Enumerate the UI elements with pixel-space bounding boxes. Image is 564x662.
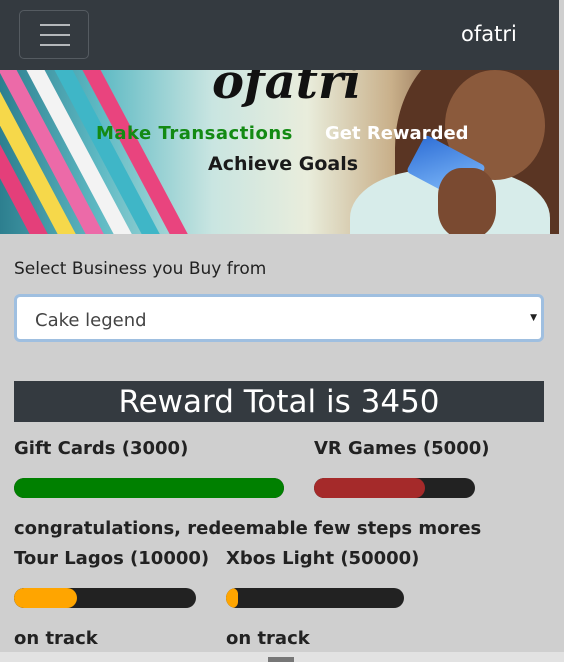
reward-progress-fill: [14, 478, 284, 498]
hamburger-icon: [40, 24, 70, 26]
reward-name: Gift Cards (3000): [14, 438, 189, 459]
hamburger-icon: [40, 44, 70, 46]
business-select[interactable]: Cake legend ▼: [14, 294, 544, 342]
hero-tagline-rewarded: Get Rewarded: [325, 123, 469, 144]
brand-link[interactable]: ofatri: [461, 22, 517, 46]
scroll-indicator[interactable]: [268, 657, 294, 662]
reward-progress-bar: [314, 478, 475, 498]
menu-toggle-button[interactable]: [19, 10, 89, 59]
navbar: ofatri: [0, 0, 559, 70]
reward-name: VR Games (5000): [314, 438, 490, 459]
reward-status: congratulations, redeemable: [14, 518, 308, 539]
reward-status: on track: [14, 628, 98, 649]
hero-tagline-transactions: Make Transactions: [96, 123, 293, 144]
hero-logo: ofatri: [212, 70, 362, 110]
hero-person-hand: [438, 168, 496, 234]
reward-progress-bar: [226, 588, 404, 608]
reward-progress-fill: [14, 588, 77, 608]
reward-progress-fill: [314, 478, 426, 498]
reward-progress-fill: [226, 588, 239, 608]
business-select-value: Cake legend: [35, 310, 147, 331]
chevron-down-icon: ▼: [530, 313, 537, 323]
hamburger-icon: [40, 34, 70, 36]
hero-tagline-goals: Achieve Goals: [208, 153, 359, 175]
reward-name: Tour Lagos (10000): [14, 548, 210, 569]
reward-status: few steps mores: [314, 518, 482, 539]
reward-status: on track: [226, 628, 310, 649]
business-select-label: Select Business you Buy from: [14, 259, 267, 279]
reward-progress-bar: [14, 588, 196, 608]
reward-progress-bar: [14, 478, 284, 498]
hero-banner: ofatri Make Transactions Get Rewarded Ac…: [0, 70, 559, 234]
reward-total-banner: Reward Total is 3450: [14, 381, 544, 422]
reward-name: Xbos Light (50000): [226, 548, 420, 569]
